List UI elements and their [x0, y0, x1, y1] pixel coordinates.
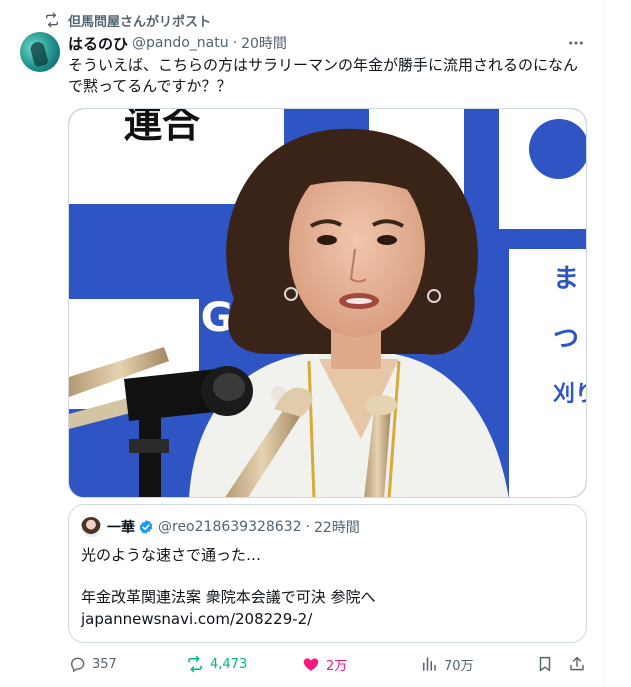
reply-button[interactable]: 357	[68, 652, 117, 676]
bookmark-icon	[539, 656, 551, 672]
header-separator: ·	[232, 35, 238, 51]
tweet-action-bar: 357 4,473 2万 70万	[68, 652, 588, 676]
reply-count: 357	[92, 656, 117, 672]
verified-badge-icon	[139, 520, 153, 534]
quoted-author-avatar[interactable]	[81, 517, 101, 537]
quoted-author-handle[interactable]: @reo218639328632	[158, 519, 302, 535]
heart-icon	[303, 658, 319, 671]
quoted-text-line-2: 年金改革関連法案 衆院本会議で可決 参院へ	[81, 588, 376, 606]
author-avatar[interactable]	[20, 32, 60, 72]
bookmark-button[interactable]	[536, 652, 554, 676]
backdrop-text-left: RENG	[109, 295, 233, 341]
more-horizontal-icon	[569, 41, 583, 45]
backdrop-text-right-3: 刈り	[553, 382, 587, 407]
more-options-button[interactable]	[566, 33, 586, 53]
backdrop-text-right-1: ま	[553, 264, 579, 294]
repost-count: 4,473	[210, 656, 248, 672]
tweet-header: はるのひ @pando_natu · 20時間	[68, 33, 287, 53]
like-count: 2万	[326, 658, 348, 674]
repost-button[interactable]: 4,473	[186, 652, 247, 676]
repost-banner-text: 但馬問屋さんがリポスト	[68, 14, 212, 30]
quoted-tweet-card[interactable]: 一華 @reo218639328632 · 22時間 光のような速さで通った… …	[68, 504, 587, 643]
quoted-header-separator: ·	[305, 519, 310, 535]
share-button[interactable]	[568, 652, 586, 676]
repost-icon	[46, 12, 58, 28]
quoted-author-name[interactable]: 一華	[107, 517, 135, 537]
quoted-text-line-1: 光のような速さで通った…	[81, 546, 262, 564]
repost-action-icon	[188, 655, 202, 673]
analytics-icon	[423, 657, 436, 671]
quoted-tweet-header: 一華 @reo218639328632 · 22時間	[81, 517, 360, 537]
quoted-timestamp[interactable]: 22時間	[314, 517, 360, 537]
reply-icon	[71, 657, 85, 672]
tweet-photo[interactable]: 連合 RENG ま つ 刈り	[68, 108, 587, 498]
views-button[interactable]: 70万	[420, 652, 474, 676]
author-handle[interactable]: @pando_natu	[132, 35, 229, 51]
tweet-text: そういえば、こちらの方はサラリーマンの年金が勝手に流用されるのになんで黙ってるん…	[68, 56, 579, 95]
repost-banner[interactable]: 但馬問屋さんがリポスト	[44, 12, 212, 30]
tweet-timestamp[interactable]: 20時間	[241, 33, 287, 53]
like-button[interactable]: 2万	[302, 652, 347, 676]
timeline-column: 但馬問屋さんがリポスト はるのひ @pando_natu · 20時間 そういえ…	[0, 0, 604, 687]
views-count: 70万	[444, 658, 474, 674]
backdrop-text-right-2: つ	[553, 324, 579, 354]
quoted-link[interactable]: japannewsnavi.com/208229-2/	[81, 609, 312, 629]
share-icon	[570, 656, 584, 671]
author-name[interactable]: はるのひ	[68, 33, 128, 54]
backdrop-text-top: 連合	[124, 109, 200, 146]
press-conference-image: 連合 RENG ま つ 刈り	[69, 109, 587, 497]
